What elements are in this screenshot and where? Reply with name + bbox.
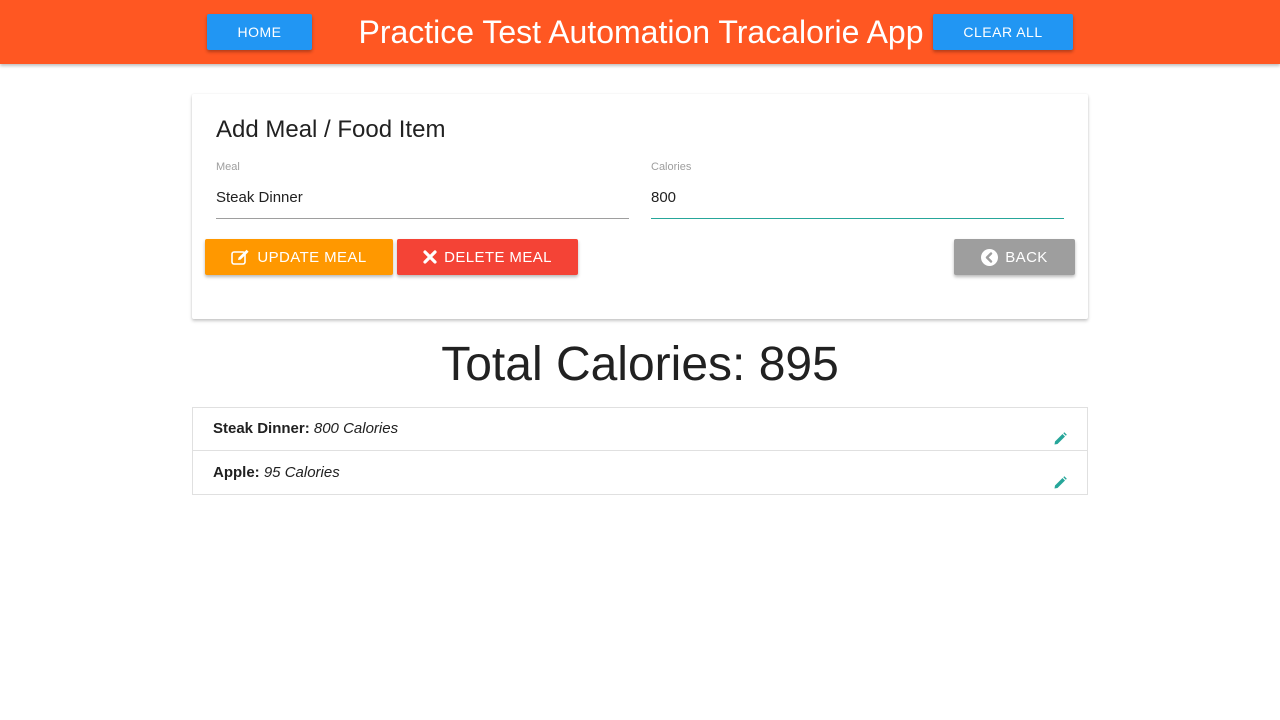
- app-title[interactable]: Practice Test Automation Tracalorie App: [352, 10, 930, 54]
- delete-meal-label: DELETE MEAL: [444, 248, 552, 266]
- close-icon: [423, 250, 437, 264]
- chevron-circle-left-icon: [981, 248, 999, 266]
- back-label: BACK: [1005, 248, 1048, 266]
- update-meal-button[interactable]: UPDATE MEAL: [205, 239, 393, 275]
- pencil-icon[interactable]: [1052, 465, 1068, 489]
- edit-icon: [231, 249, 250, 266]
- calories-label: Calories: [651, 161, 692, 173]
- item-calories: 800 Calories: [313, 420, 399, 437]
- total-calories-value: 895: [758, 338, 839, 391]
- meal-field: Meal: [216, 161, 629, 219]
- item-calories: 95 Calories: [263, 464, 340, 481]
- card-title: Add Meal / Food Item: [216, 116, 446, 143]
- back-button[interactable]: BACK: [954, 239, 1075, 275]
- list-item: Steak Dinner: 800 Calories: [193, 408, 1087, 451]
- total-calories-label: Total Calories:: [441, 338, 746, 391]
- list-item: Apple: 95 Calories: [193, 451, 1087, 494]
- total-calories: Total Calories: 895: [192, 336, 1088, 394]
- meal-list: Steak Dinner: 800 Calories Apple: 95 Cal…: [192, 407, 1088, 495]
- update-meal-label: UPDATE MEAL: [257, 248, 367, 266]
- home-button[interactable]: HOME: [207, 14, 312, 50]
- item-name: Steak Dinner:: [213, 420, 310, 437]
- item-name: Apple:: [213, 464, 260, 481]
- add-meal-card: Add Meal / Food Item Meal Calories UPDAT…: [192, 94, 1088, 319]
- meal-label: Meal: [216, 161, 240, 173]
- navbar: HOME Practice Test Automation Tracalorie…: [0, 0, 1280, 64]
- pencil-icon[interactable]: [1052, 422, 1068, 445]
- meal-input[interactable]: [216, 186, 629, 219]
- delete-meal-button[interactable]: DELETE MEAL: [397, 239, 578, 275]
- calories-input[interactable]: [651, 186, 1064, 219]
- calories-field: Calories: [651, 161, 1064, 219]
- clear-all-button[interactable]: CLEAR ALL: [933, 14, 1073, 50]
